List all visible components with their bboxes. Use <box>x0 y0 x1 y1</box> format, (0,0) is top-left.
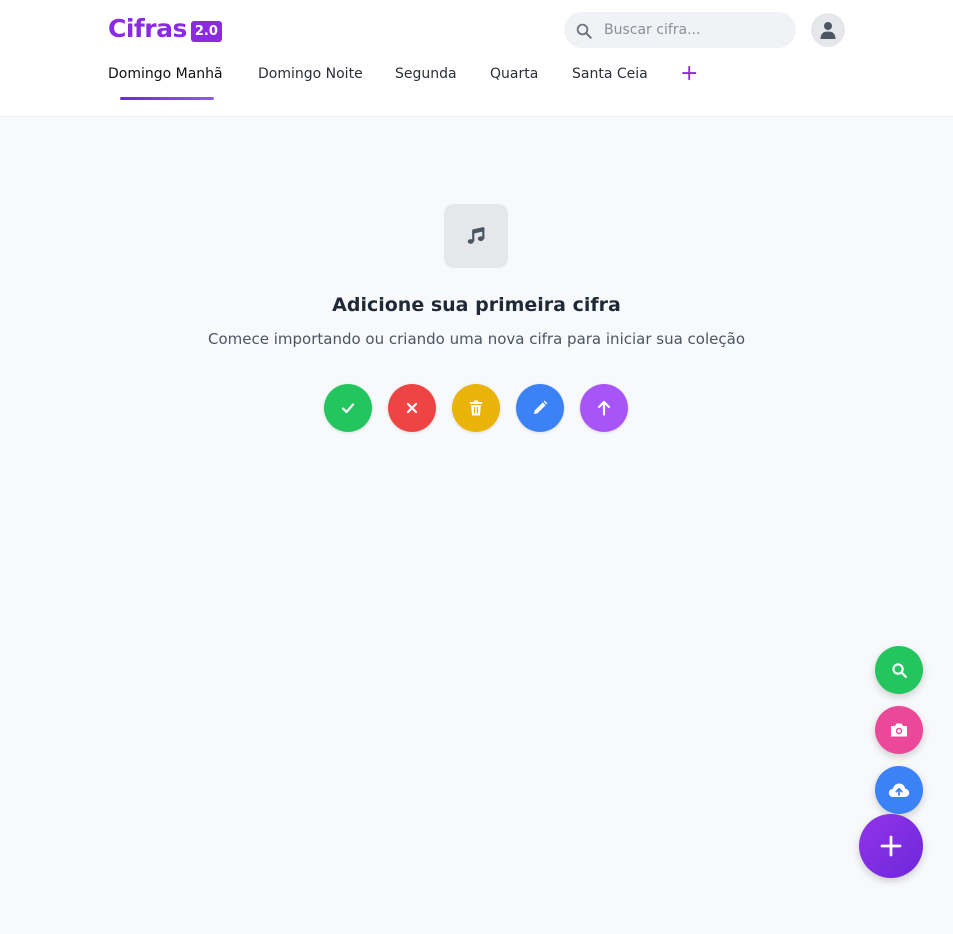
empty-state-title: Adicione sua primeira cifra <box>332 294 621 316</box>
search-icon <box>891 662 907 678</box>
pencil-icon <box>534 400 548 414</box>
confirm-button[interactable] <box>324 384 372 432</box>
search-bar <box>564 12 796 48</box>
plus-icon <box>880 835 902 857</box>
logo-version-badge: 2.0 <box>190 21 222 42</box>
logo[interactable]: Cifras 2.0 <box>108 14 222 43</box>
arrow-up-icon <box>597 400 611 416</box>
tab-santa-ceia[interactable]: Santa Ceia <box>572 66 648 82</box>
upload-button[interactable] <box>580 384 628 432</box>
music-note-icon <box>444 204 508 268</box>
active-tab-indicator <box>120 97 214 100</box>
fab-add-button[interactable] <box>859 814 923 878</box>
delete-button[interactable] <box>452 384 500 432</box>
camera-icon <box>891 723 907 737</box>
tab-bar: Domingo Manhã Domingo Noite Segunda Quar… <box>0 66 953 100</box>
check-icon <box>341 403 355 414</box>
tab-domingo-manha[interactable]: Domingo Manhã <box>108 66 223 82</box>
top-header: Cifras 2.0 Domingo Manhã Domingo Noite S… <box>0 0 953 117</box>
tab-segunda[interactable]: Segunda <box>395 66 457 82</box>
fab-cloud-upload-button[interactable] <box>875 766 923 814</box>
empty-state-subtitle: Comece importando ou criando uma nova ci… <box>208 330 745 348</box>
tab-quarta[interactable]: Quarta <box>490 66 538 82</box>
fab-search-button[interactable] <box>875 646 923 694</box>
user-icon <box>820 22 836 39</box>
logo-text: Cifras <box>108 14 187 43</box>
tab-domingo-noite[interactable]: Domingo Noite <box>258 66 363 82</box>
cloud-upload-icon <box>888 783 910 797</box>
edit-button[interactable] <box>516 384 564 432</box>
add-tab-button[interactable]: + <box>680 62 698 86</box>
fab-camera-button[interactable] <box>875 706 923 754</box>
user-avatar-button[interactable] <box>811 13 845 47</box>
cancel-button[interactable] <box>388 384 436 432</box>
close-icon <box>406 402 418 414</box>
search-icon <box>576 23 592 39</box>
trash-icon <box>470 400 482 416</box>
search-input[interactable] <box>604 12 784 48</box>
